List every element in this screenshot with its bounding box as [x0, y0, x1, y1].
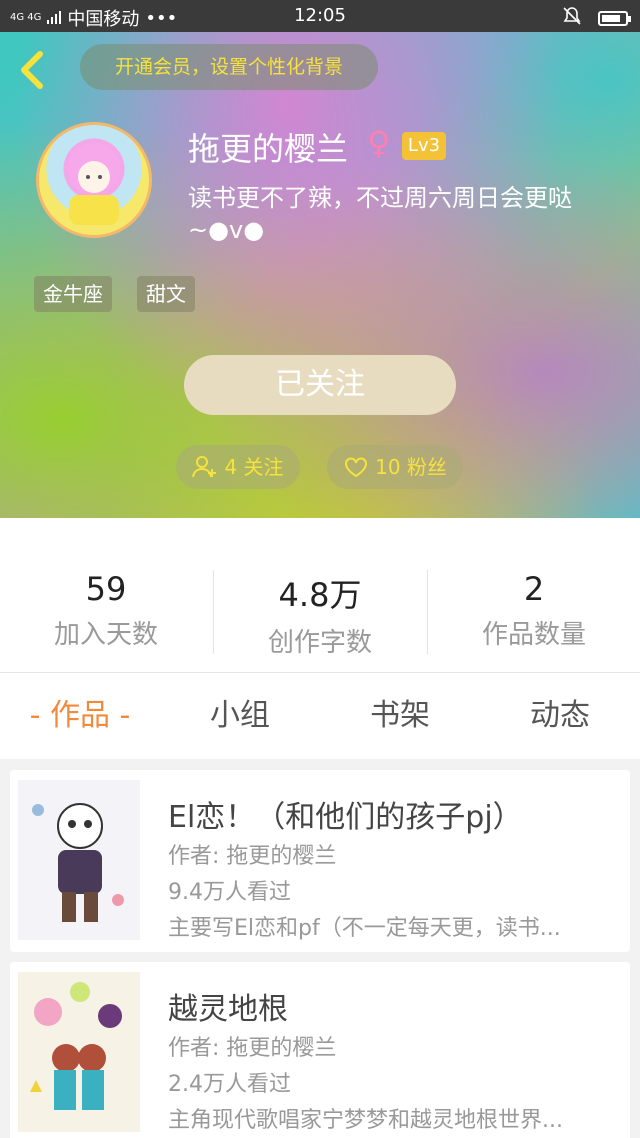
add-user-icon — [192, 456, 217, 478]
heart-icon — [345, 457, 368, 478]
following-button[interactable]: 4 关注 — [176, 445, 300, 489]
stat-value: 2 — [523, 570, 545, 608]
avatar[interactable] — [36, 122, 152, 238]
stat-label: 加入天数 — [53, 620, 158, 650]
username: 拖更的樱兰 — [188, 130, 349, 168]
book-cover — [18, 972, 140, 1132]
work-title: El恋！（和他们的孩子pj） — [168, 800, 523, 835]
followers-button[interactable]: 10 粉丝 — [327, 445, 463, 489]
work-description: 主角现代歌唱家宁梦梦和越灵地根世界... — [168, 1108, 563, 1133]
tag-zodiac: 金牛座 — [34, 276, 112, 312]
female-icon: ♀ — [367, 124, 391, 162]
work-description: 主要写El恋和pf（不一定每天更，读书... — [168, 916, 561, 941]
tab-works[interactable]: - 作品 - — [10, 673, 150, 759]
work-author: 作者: 拖更的樱兰 — [168, 1036, 337, 1061]
followers-count: 10 粉丝 — [375, 455, 447, 479]
silent-bell-icon — [562, 6, 582, 31]
work-views: 2.4万人看过 — [168, 1072, 291, 1097]
tab-bar: - 作品 - 小组 书架 动态 — [0, 673, 640, 759]
stat-word-count: 4.8万 创作字数 — [214, 570, 426, 659]
stat-works-count: 2 作品数量 — [428, 570, 640, 651]
following-count: 4 关注 — [224, 455, 284, 479]
stat-label: 作品数量 — [481, 620, 586, 650]
tag-genre: 甜文 — [137, 276, 195, 312]
tab-groups[interactable]: 小组 — [170, 673, 310, 759]
level-badge: Lv3 — [402, 132, 446, 160]
tab-bookshelf[interactable]: 书架 — [330, 673, 470, 759]
stat-join-days: 59 加入天数 — [0, 570, 212, 651]
stat-label: 创作字数 — [267, 628, 372, 658]
stats-section: 59 加入天数 4.8万 创作字数 2 作品数量 — [0, 518, 640, 672]
work-views: 9.4万人看过 — [168, 880, 291, 905]
status-bar: 4G 4G 中国移动 ••• 12:05 — [0, 0, 640, 32]
back-button[interactable] — [14, 48, 54, 92]
vip-banner[interactable]: 开通会员，设置个性化背景 — [80, 44, 378, 90]
clock: 12:05 — [294, 5, 346, 26]
stat-value: 4.8万 — [278, 576, 362, 614]
battery-icon — [598, 11, 631, 26]
chevron-left-icon — [21, 51, 43, 89]
list-item[interactable]: El恋！（和他们的孩子pj） 作者: 拖更的樱兰 9.4万人看过 主要写El恋和… — [10, 770, 630, 952]
tab-activity[interactable]: 动态 — [490, 673, 630, 759]
list-item[interactable]: 越灵地根 作者: 拖更的樱兰 2.4万人看过 主角现代歌唱家宁梦梦和越灵地根世界… — [10, 962, 630, 1138]
avatar-illustration — [68, 143, 120, 225]
book-cover — [18, 780, 140, 940]
bio-text: 读书更不了辣，不过周六周日会更哒~●v● — [188, 184, 572, 244]
work-title: 越灵地根 — [168, 992, 288, 1027]
stat-value: 59 — [85, 570, 127, 608]
profile-header: 开通会员，设置个性化背景 拖更的樱兰 ♀ Lv3 读书更不了辣，不过周六周日会更… — [0, 32, 640, 518]
work-author: 作者: 拖更的樱兰 — [168, 844, 337, 869]
follow-button[interactable]: 已关注 — [184, 355, 456, 415]
